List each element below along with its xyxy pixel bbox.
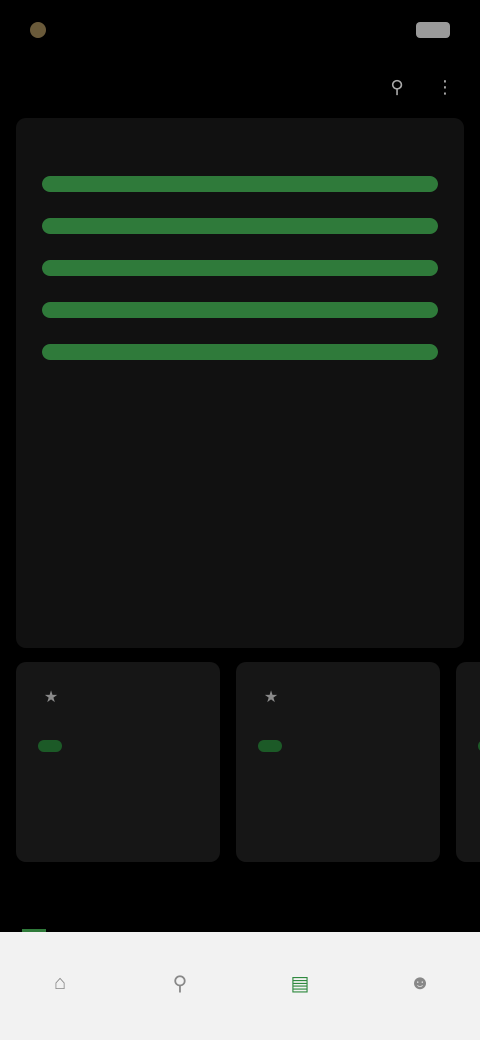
nav-item-profile[interactable]: ☻ <box>406 969 434 1003</box>
battery-icon <box>416 22 450 38</box>
search-icon[interactable]: ⚲ <box>384 74 410 100</box>
nav-item-search[interactable]: ⚲ <box>166 969 194 1003</box>
trophy-icon: ★ <box>263 689 279 706</box>
stat-bar-track <box>42 176 438 192</box>
header-actions: ⚲ ⋮ <box>384 74 458 100</box>
stat-bar-track <box>42 218 438 234</box>
stat-bar-fill <box>42 302 438 318</box>
filter-tab[interactable] <box>68 892 92 932</box>
notification-icon <box>30 22 46 38</box>
search-icon: ⚲ <box>172 972 188 995</box>
stat-row <box>42 218 438 234</box>
stat-row <box>42 344 438 360</box>
home-icon: ⌂ <box>53 971 67 994</box>
stat-bar-track <box>42 344 438 360</box>
tile-value <box>258 740 282 752</box>
status-bar <box>0 0 480 60</box>
nav-item-stats[interactable]: ▤ <box>286 969 314 1003</box>
stats-card <box>16 118 464 648</box>
achievement-tile[interactable]: ★ <box>16 662 220 862</box>
filter-tab[interactable] <box>22 892 46 932</box>
achievement-tile[interactable]: ★ <box>236 662 440 862</box>
stat-bar-fill <box>42 344 438 360</box>
trophy-icon: ★ <box>43 689 59 706</box>
profile-icon: ☻ <box>409 971 431 994</box>
stat-row <box>42 260 438 276</box>
achievement-tiles: ★ ★ ★ <box>16 662 480 872</box>
status-right <box>396 22 450 38</box>
stat-bar-fill <box>42 218 438 234</box>
stats-icon: ▤ <box>290 972 310 995</box>
achievement-tile[interactable]: ★ <box>456 662 480 862</box>
filter-tabs <box>0 892 480 932</box>
stat-bar-track <box>42 302 438 318</box>
bottom-nav: ⌂ ⚲ ▤ ☻ <box>0 932 480 1040</box>
stat-bar-fill <box>42 260 438 276</box>
filter-tab[interactable] <box>160 892 184 932</box>
more-icon[interactable]: ⋮ <box>432 74 458 100</box>
nav-item-home[interactable]: ⌂ <box>46 969 74 1003</box>
tile-value <box>38 740 62 752</box>
stat-bar-fill <box>42 176 438 192</box>
stat-bar-track <box>42 260 438 276</box>
status-left <box>30 22 56 38</box>
app-header: ⚲ ⋮ <box>0 62 480 114</box>
stat-row <box>42 176 438 192</box>
filter-tab[interactable] <box>114 892 138 932</box>
stat-row <box>42 302 438 318</box>
